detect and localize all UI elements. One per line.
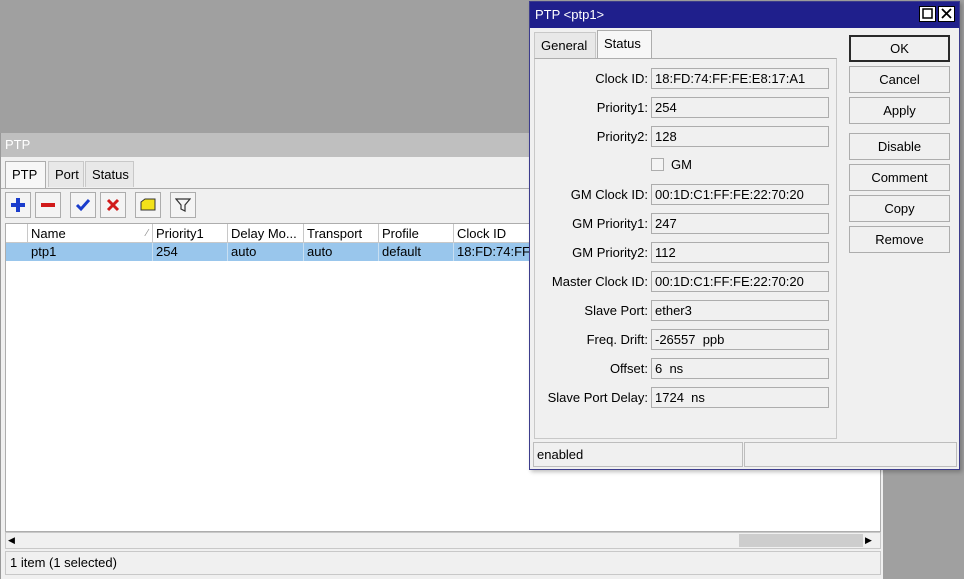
cell-profile: default: [379, 243, 454, 261]
label-clock-id: Clock ID:: [595, 71, 648, 86]
freq-drift-field[interactable]: -26557 ppb: [651, 329, 829, 350]
offset-field[interactable]: 6 ns: [651, 358, 829, 379]
filter-button[interactable]: [170, 192, 196, 218]
column-header-transport[interactable]: Transport: [304, 224, 379, 243]
checkmark-icon: [75, 199, 91, 212]
gm-label: GM: [671, 157, 692, 172]
filter-icon: [175, 198, 191, 212]
tab-general[interactable]: General: [534, 32, 596, 58]
priority1-field[interactable]: 254: [651, 97, 829, 118]
cell-transport: auto: [304, 243, 379, 261]
scroll-right-icon[interactable]: ▶: [865, 534, 877, 547]
column-header-profile[interactable]: Profile: [379, 224, 454, 243]
label-priority1: Priority1:: [596, 100, 648, 115]
close-button[interactable]: [938, 6, 955, 22]
slave-port-delay-field[interactable]: 1724 ns: [651, 387, 829, 408]
gm-checkbox[interactable]: [651, 158, 664, 171]
ok-button[interactable]: OK: [849, 35, 950, 62]
tab-ptp[interactable]: PTP: [5, 161, 46, 189]
gm-clock-id-field[interactable]: 00:1D:C1:FF:FE:22:70:20: [651, 184, 829, 205]
label-priority2: Priority2:: [596, 129, 648, 144]
cell-delay-mode: auto: [228, 243, 304, 261]
label-freq-drift: Freq. Drift:: [586, 332, 648, 347]
dialog-status-right: [744, 442, 957, 467]
tab-port[interactable]: Port: [48, 161, 84, 187]
sort-icon: ⁄: [146, 228, 148, 239]
label-slave-port-delay: Slave Port Delay:: [547, 390, 648, 405]
remove-button-dialog[interactable]: Remove: [849, 226, 950, 253]
horizontal-scrollbar[interactable]: ◀ ▶: [5, 532, 881, 549]
status-panel: Clock ID: 18:FD:74:FF:FE:E8:17:A1 Priori…: [534, 58, 837, 439]
remove-button[interactable]: [35, 192, 61, 218]
maximize-icon: [922, 8, 933, 19]
x-icon: [106, 198, 120, 212]
label-master-clock-id: Master Clock ID:: [551, 274, 648, 289]
tab-status-dialog[interactable]: Status: [597, 30, 652, 58]
copy-button[interactable]: Copy: [849, 195, 950, 222]
close-icon: [941, 8, 952, 19]
clock-id-field[interactable]: 18:FD:74:FF:FE:E8:17:A1: [651, 68, 829, 89]
maximize-button[interactable]: [919, 6, 936, 22]
column-header-marker: [6, 224, 28, 243]
dialog-status-enabled: enabled: [533, 442, 743, 467]
disable-button[interactable]: [100, 192, 126, 218]
scroll-left-icon[interactable]: ◀: [8, 534, 20, 547]
label-slave-port: Slave Port:: [584, 303, 648, 318]
column-header-delay-mode[interactable]: Delay Mo...: [228, 224, 304, 243]
list-toolbar: [5, 192, 205, 219]
priority2-field[interactable]: 128: [651, 126, 829, 147]
disable-button-dialog[interactable]: Disable: [849, 133, 950, 160]
comment-button-dialog[interactable]: Comment: [849, 164, 950, 191]
ptp-dialog: PTP <ptp1> General Status Clock ID: 18:F…: [529, 1, 960, 470]
add-icon: [11, 198, 25, 212]
enable-button[interactable]: [70, 192, 96, 218]
slave-port-field[interactable]: ether3: [651, 300, 829, 321]
master-clock-id-field[interactable]: 00:1D:C1:FF:FE:22:70:20: [651, 271, 829, 292]
list-tabbar: PTP Port Status: [5, 161, 305, 189]
cell-name: ptp1: [28, 243, 153, 261]
remove-icon: [41, 203, 55, 207]
dialog-title: PTP <ptp1>: [530, 2, 959, 28]
list-statusbar: 1 item (1 selected): [5, 551, 881, 575]
comment-button[interactable]: [135, 192, 161, 218]
dialog-tabbar: General Status: [534, 30, 834, 58]
scroll-thumb[interactable]: [739, 534, 863, 547]
column-header-name[interactable]: Name ⁄: [28, 224, 153, 243]
comment-icon: [140, 198, 156, 211]
label-gm-priority2: GM Priority2:: [572, 245, 648, 260]
label-gm-clock-id: GM Clock ID:: [570, 187, 648, 202]
label-gm-priority1: GM Priority1:: [572, 216, 648, 231]
add-button[interactable]: [5, 192, 31, 218]
apply-button[interactable]: Apply: [849, 97, 950, 124]
gm-priority2-field[interactable]: 112: [651, 242, 829, 263]
column-header-priority1[interactable]: Priority1: [153, 224, 228, 243]
tab-status[interactable]: Status: [85, 161, 134, 187]
label-offset: Offset:: [609, 361, 648, 376]
gm-priority1-field[interactable]: 247: [651, 213, 829, 234]
cancel-button[interactable]: Cancel: [849, 66, 950, 93]
cell-priority1: 254: [153, 243, 228, 261]
